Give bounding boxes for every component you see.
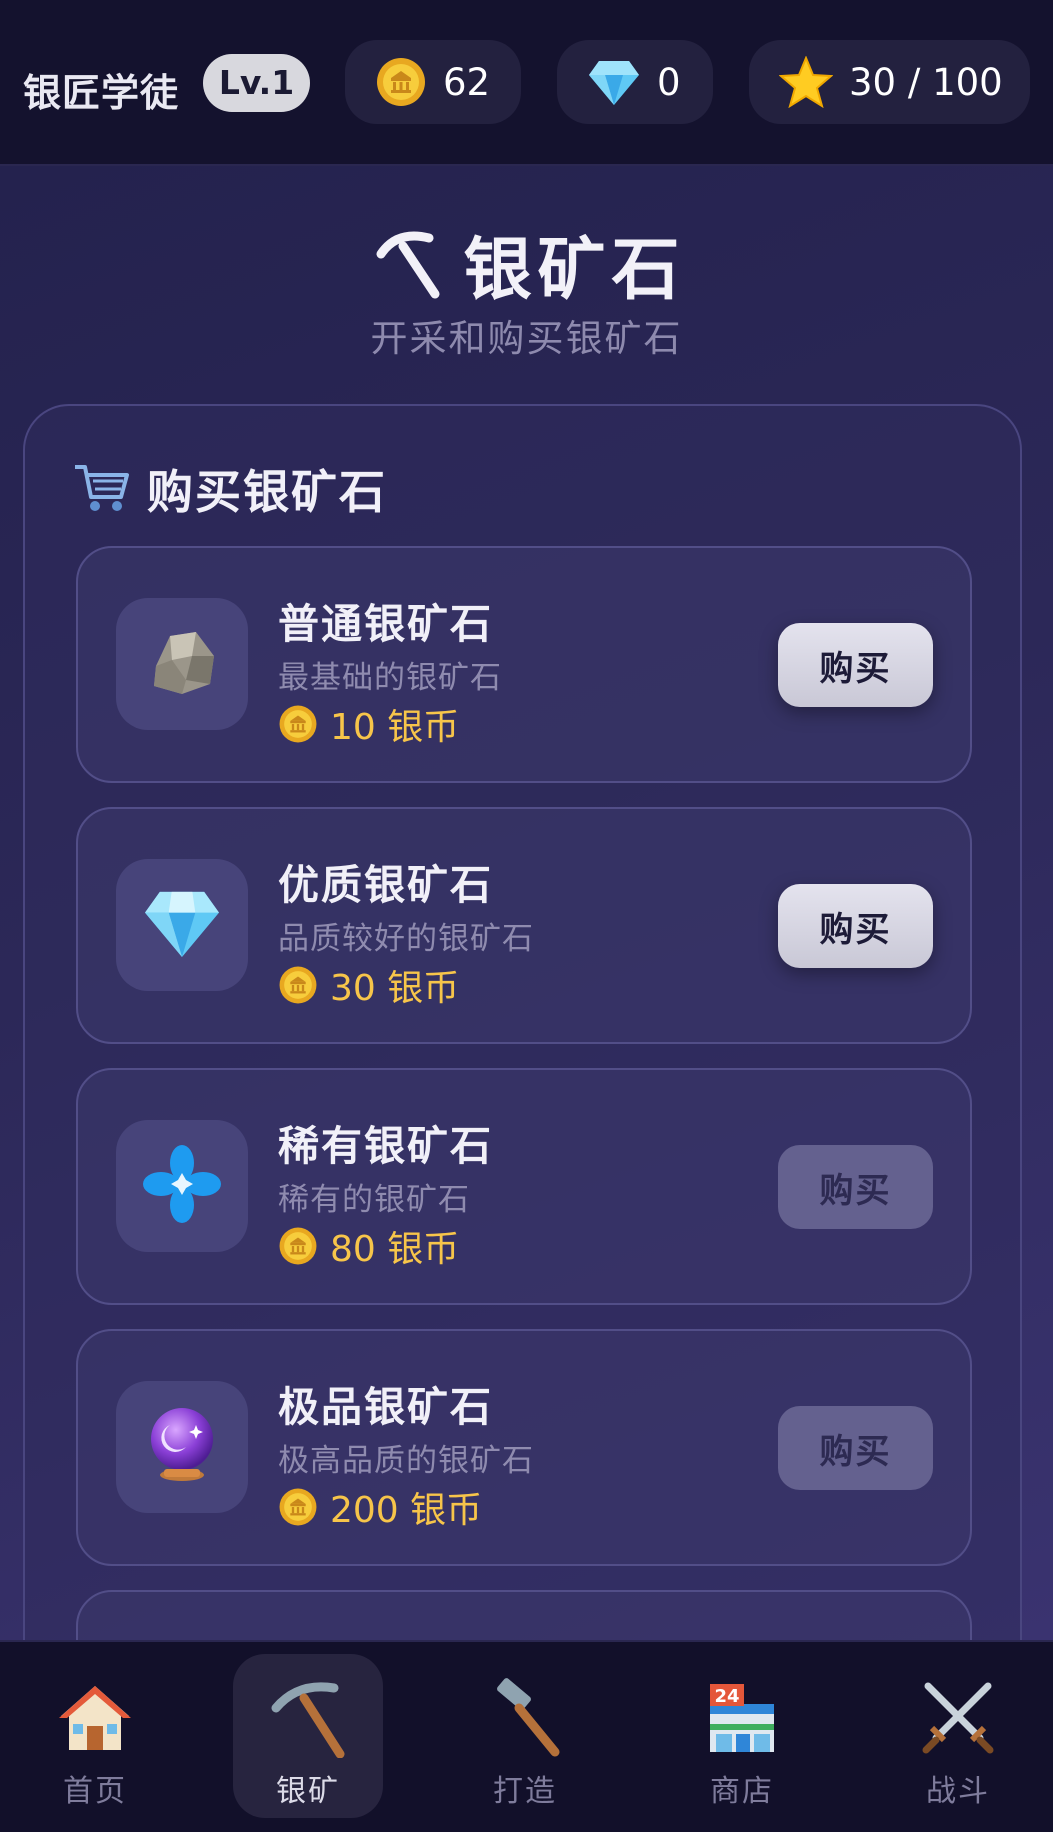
pickaxe-icon xyxy=(268,1676,348,1760)
item-thumbnail xyxy=(116,1381,248,1513)
item-price: 80 银币 xyxy=(278,1220,459,1272)
nav-shop[interactable]: 24 商店 xyxy=(667,1654,817,1818)
gem-count: 0 xyxy=(657,60,681,104)
svg-text:24: 24 xyxy=(714,1686,739,1707)
item-price-text: 200 银币 xyxy=(330,1490,483,1531)
item-thumbnail xyxy=(116,1120,248,1252)
item-price-text: 80 银币 xyxy=(330,1229,460,1270)
house-icon xyxy=(57,1676,133,1760)
page-title: 银矿石 xyxy=(0,214,1053,313)
blue-star-icon xyxy=(141,1143,223,1229)
diamond-icon xyxy=(587,57,641,107)
star-icon xyxy=(779,56,833,108)
nav-label: 首页 xyxy=(63,1774,127,1809)
star-counter: 30 / 100 xyxy=(749,40,1030,124)
item-name: 极品银矿石 xyxy=(278,1383,493,1431)
shop-item-card: 普通银矿石 最基础的银矿石 10 银币 购买 xyxy=(76,546,972,783)
item-name: 稀有银矿石 xyxy=(278,1122,493,1170)
item-thumbnail xyxy=(116,598,248,730)
cart-icon xyxy=(73,461,129,517)
buy-button[interactable]: 购买 xyxy=(778,1145,933,1229)
pickaxe-icon xyxy=(367,224,443,304)
item-price: 30 银币 xyxy=(278,959,459,1011)
nav-forge[interactable]: 打造 xyxy=(450,1654,600,1818)
shop-item-card: 优质银矿石 品质较好的银矿石 30 银币 购买 xyxy=(76,807,972,1044)
coin-icon xyxy=(278,965,318,1005)
buy-button[interactable]: 购买 xyxy=(778,1406,933,1490)
item-thumbnail xyxy=(116,859,248,991)
nav-label: 打造 xyxy=(493,1774,557,1809)
shop-item-card-partial xyxy=(76,1590,972,1640)
level-badge: Lv.1 xyxy=(203,54,310,112)
player-title: 银匠学徒 xyxy=(23,71,180,115)
shop-item-card: 稀有银矿石 稀有的银矿石 80 银币 购买 xyxy=(76,1068,972,1305)
shop-item-card: 极品银矿石 极高品质的银矿石 200 银币 购买 xyxy=(76,1329,972,1566)
item-name: 普通银矿石 xyxy=(278,600,493,648)
nav-label: 商店 xyxy=(710,1774,774,1809)
hammer-icon xyxy=(485,1676,565,1760)
crossed-swords-icon xyxy=(918,1676,998,1760)
item-price-text: 30 银币 xyxy=(330,968,460,1009)
item-description: 极高品质的银矿石 xyxy=(278,1443,534,1479)
top-status-bar: 银匠学徒 Lv.1 62 0 30 / 100 xyxy=(0,0,1053,166)
rock-icon xyxy=(142,626,222,702)
nav-silver-mine[interactable]: 银矿 xyxy=(233,1654,383,1818)
item-description: 稀有的银矿石 xyxy=(278,1182,470,1218)
buy-ore-panel: 购买银矿石 普通银矿石 最基础的银矿石 10 银币 购买 优质银矿石 品质较好的… xyxy=(23,404,1022,1640)
diamond-icon xyxy=(141,886,223,964)
buy-button[interactable]: 购买 xyxy=(778,884,933,968)
coin-icon xyxy=(278,704,318,744)
main-content[interactable]: 银矿石 开采和购买银矿石 购买银矿石 普通银矿石 最基础的银矿石 10 银币 购… xyxy=(0,166,1053,1640)
coin-icon xyxy=(278,1226,318,1266)
coin-count: 62 xyxy=(443,60,491,104)
buy-button[interactable]: 购买 xyxy=(778,623,933,707)
item-price: 200 银币 xyxy=(278,1481,482,1533)
gem-counter: 0 xyxy=(557,40,713,124)
item-name: 优质银矿石 xyxy=(278,861,493,909)
nav-label: 战斗 xyxy=(926,1774,990,1809)
nav-battle[interactable]: 战斗 xyxy=(883,1654,1033,1818)
panel-title: 购买银矿石 xyxy=(147,465,387,519)
item-price-text: 10 银币 xyxy=(330,707,460,748)
coin-icon xyxy=(278,1487,318,1527)
nav-label: 银矿 xyxy=(276,1774,340,1809)
page-title-text: 银矿石 xyxy=(463,231,686,310)
star-count: 30 / 100 xyxy=(849,60,1003,104)
coin-icon xyxy=(375,56,427,108)
panel-header: 购买银矿石 xyxy=(73,456,387,522)
nav-home[interactable]: 首页 xyxy=(20,1654,170,1818)
coin-counter: 62 xyxy=(345,40,521,124)
item-price: 10 银币 xyxy=(278,698,459,750)
item-description: 品质较好的银矿石 xyxy=(278,921,534,957)
store-icon: 24 xyxy=(704,1676,780,1760)
item-description: 最基础的银矿石 xyxy=(278,660,502,696)
bottom-nav: 首页 银矿 打造 24 商店 战斗 xyxy=(0,1640,1053,1832)
page-subtitle: 开采和购买银矿石 xyxy=(370,317,683,360)
crystal-ball-icon xyxy=(142,1403,222,1491)
